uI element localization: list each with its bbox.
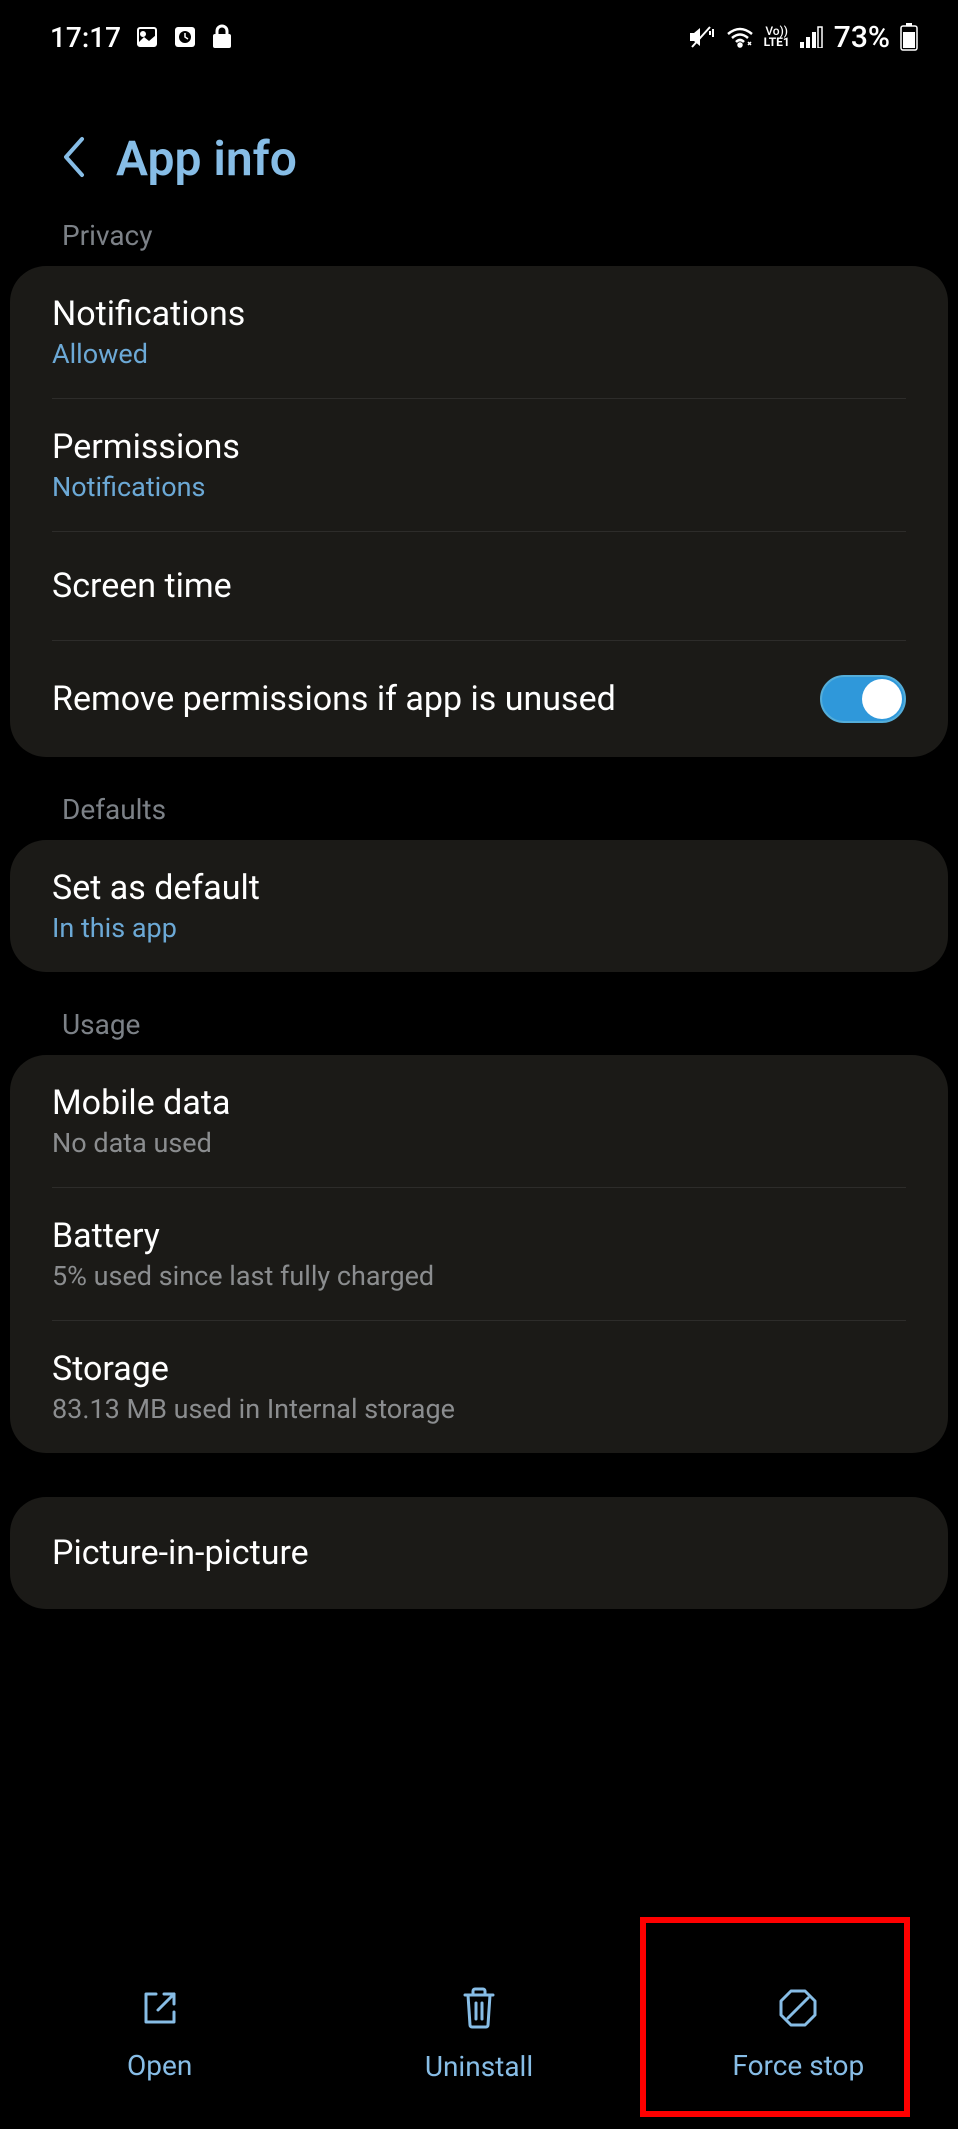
permissions-sub: Notifications (52, 471, 240, 503)
clock-app-icon (173, 25, 197, 49)
lock-icon (211, 24, 233, 50)
section-header-privacy: Privacy (10, 219, 948, 266)
status-time: 17:17 (50, 21, 121, 54)
notifications-title: Notifications (52, 294, 245, 334)
pip-title: Picture-in-picture (52, 1533, 309, 1573)
section-header-usage: Usage (10, 972, 948, 1055)
force-stop-button[interactable]: Force stop (639, 1939, 958, 2129)
remove-permissions-toggle[interactable] (820, 675, 906, 723)
bottom-action-bar: Open Uninstall Force stop (0, 1939, 958, 2129)
uninstall-label: Uninstall (425, 2050, 533, 2083)
row-storage[interactable]: Storage 83.13 MB used in Internal storag… (10, 1321, 948, 1453)
uninstall-button[interactable]: Uninstall (319, 1939, 638, 2129)
remove-permissions-title: Remove permissions if app is unused (52, 679, 820, 719)
open-label: Open (127, 2049, 192, 2082)
signal-icon (800, 26, 824, 48)
storage-title: Storage (52, 1349, 455, 1389)
section-header-defaults: Defaults (10, 757, 948, 840)
status-bar: 17:17 Vo)) LTE1 73% (0, 0, 958, 70)
lte-label: LTE1 (764, 37, 790, 48)
row-remove-permissions[interactable]: Remove permissions if app is unused (10, 641, 948, 757)
content-scroll[interactable]: Privacy Notifications Allowed Permission… (0, 219, 958, 1909)
battery-icon (900, 23, 918, 51)
row-notifications[interactable]: Notifications Allowed (10, 266, 948, 398)
storage-sub: 83.13 MB used in Internal storage (52, 1393, 455, 1425)
card-defaults: Set as default In this app (10, 840, 948, 972)
wifi-icon (726, 26, 754, 48)
battery-percent: 73% (834, 20, 890, 55)
card-usage: Mobile data No data used Battery 5% used… (10, 1055, 948, 1453)
image-icon (135, 25, 159, 49)
battery-title: Battery (52, 1216, 434, 1256)
back-icon[interactable] (60, 135, 86, 183)
volte-icon: Vo)) LTE1 (764, 26, 790, 48)
row-pip[interactable]: Picture-in-picture (10, 1497, 948, 1609)
status-right-group: Vo)) LTE1 73% (688, 20, 918, 55)
row-mobile-data[interactable]: Mobile data No data used (10, 1055, 948, 1187)
stop-icon (776, 1986, 820, 2037)
page-header: App info (0, 70, 958, 227)
row-permissions[interactable]: Permissions Notifications (10, 399, 948, 531)
screentime-title: Screen time (52, 566, 232, 606)
open-button[interactable]: Open (0, 1939, 319, 2129)
mute-vibrate-icon (688, 25, 716, 49)
open-icon (138, 1986, 182, 2037)
setdefault-sub: In this app (52, 912, 260, 944)
row-battery[interactable]: Battery 5% used since last fully charged (10, 1188, 948, 1320)
forcestop-label: Force stop (732, 2049, 864, 2082)
notifications-sub: Allowed (52, 338, 245, 370)
setdefault-title: Set as default (52, 868, 260, 908)
mobiledata-sub: No data used (52, 1127, 230, 1159)
row-set-default[interactable]: Set as default In this app (10, 840, 948, 972)
battery-sub: 5% used since last fully charged (52, 1260, 434, 1292)
permissions-title: Permissions (52, 427, 240, 467)
mobiledata-title: Mobile data (52, 1083, 230, 1123)
toggle-knob (862, 679, 902, 719)
card-pip: Picture-in-picture (10, 1497, 948, 1609)
trash-icon (459, 1985, 499, 2038)
status-left-group: 17:17 (50, 21, 233, 54)
page-title: App info (116, 130, 297, 187)
card-privacy: Notifications Allowed Permissions Notifi… (10, 266, 948, 757)
row-screen-time[interactable]: Screen time (10, 532, 948, 640)
